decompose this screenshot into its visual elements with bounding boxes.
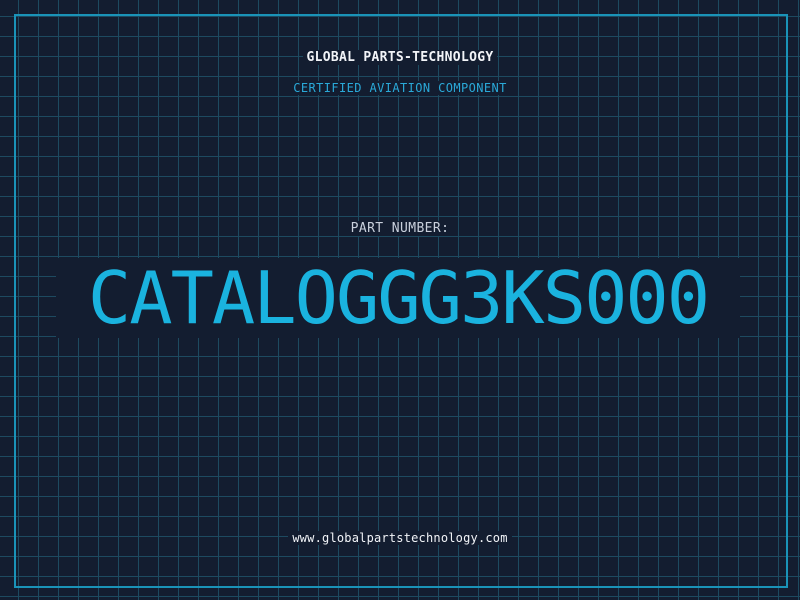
part-number-value: CATALOGGG3KS000 [56, 258, 740, 338]
certification-subtitle: CERTIFIED AVIATION COMPONENT [0, 81, 800, 95]
certificate-card: GLOBAL PARTS-TECHNOLOGY CERTIFIED AVIATI… [0, 0, 800, 600]
company-name: GLOBAL PARTS-TECHNOLOGY [0, 50, 800, 65]
part-number-label-text: PART NUMBER: [346, 221, 454, 236]
website-url-text: www.globalpartstechnology.com [288, 531, 512, 545]
website-url: www.globalpartstechnology.com [0, 531, 800, 545]
company-name-text: GLOBAL PARTS-TECHNOLOGY [302, 50, 498, 65]
part-number-label: PART NUMBER: [0, 221, 800, 236]
certification-subtitle-text: CERTIFIED AVIATION COMPONENT [289, 81, 511, 95]
